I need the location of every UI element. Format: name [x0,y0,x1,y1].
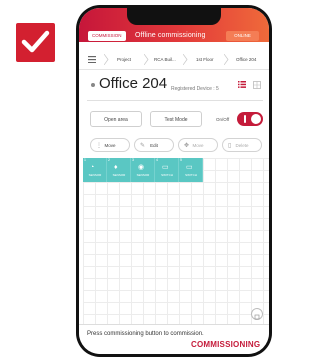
toggle-knob [251,114,261,124]
device-tile[interactable]: 2 ♦ SENSOR [107,158,131,182]
eye-icon: ◉ [138,164,145,171]
chevron-right-icon [224,54,229,65]
test-mode-button[interactable]: Test Mode [150,111,202,127]
move-icon: ⋮ [96,143,102,149]
device-label: SENSOR [88,173,102,177]
commission-footer: Press commissioning button to commission… [79,324,269,354]
device-tile[interactable]: 3 ◉ SENSOR [131,158,155,182]
app-screen: COMMISSION Offline commissioning ONLINE … [79,8,269,354]
device-label: SWITCH [161,173,173,177]
device-number: 1 [84,158,86,162]
device-label: SENSOR [136,173,150,177]
breadcrumb-floor[interactable]: 1st Floor [196,55,214,64]
device-number: 4 [156,158,158,162]
move-icon: ✥ [184,143,190,149]
toggle-on-indicator [244,115,246,123]
chevron-right-icon [104,54,109,65]
commissioning-button[interactable]: COMMISSIONING [191,340,260,350]
onoff-toggle[interactable] [237,112,263,126]
device-label: SENSOR [112,173,126,177]
phone-frame: COMMISSION Offline commissioning ONLINE … [76,5,272,357]
delete-button[interactable]: ▯ Delete [222,138,262,152]
trash-icon: ▯ [228,143,232,149]
drop-icon: ♦ [114,164,118,171]
floor-plan-canvas[interactable]: 1 ◔ SENSOR 2 ♦ SENSOR 3 ◉ SENSOR 4 ▭ SWI… [83,158,269,324]
chevron-right-icon [183,54,188,65]
checked-checkbox[interactable] [16,23,55,62]
room-status-dot [91,83,95,87]
app-header: COMMISSION Offline commissioning ONLINE [79,8,269,42]
fit-screen-icon [254,314,260,320]
breadcrumb-building[interactable]: RCA Buil... [154,55,176,64]
edit-icon: ✎ [140,143,146,149]
edit-label: Edit [150,143,158,148]
switch-icon: ▭ [186,164,193,171]
move-device-button[interactable]: ✥ Move [178,138,218,152]
zoom-fit-button[interactable] [251,308,263,320]
status-pill[interactable]: ONLINE [226,31,259,41]
device-number: 3 [132,158,134,162]
header-title: Offline commissioning [135,32,206,39]
breadcrumb-project[interactable]: Project [117,55,131,64]
delete-label: Delete [235,143,249,148]
sensor-icon: ◔ [90,164,95,171]
device-number: 5 [180,158,182,162]
divider [87,100,263,101]
hamburger-menu-icon[interactable] [88,56,96,63]
device-tile[interactable]: 1 ◔ SENSOR [83,158,107,182]
device-number: 2 [108,158,110,162]
page-title: Office 204 [99,75,168,92]
breadcrumb: Project RCA Buil... 1st Floor Office 204 [79,51,269,70]
commission-hint: Press commissioning button to commission… [87,331,204,337]
phone-notch [127,8,221,25]
device-tile[interactable]: 5 ▭ SWITCH [179,158,203,182]
breadcrumb-room[interactable]: Office 204 [236,55,256,64]
checkmark-icon [21,30,50,53]
move-device-label: Move [192,143,204,148]
device-row: 1 ◔ SENSOR 2 ♦ SENSOR 3 ◉ SENSOR 4 ▭ SWI… [83,158,203,182]
chevron-right-icon [144,54,149,65]
grid-view-icon[interactable] [253,81,261,89]
registered-device-count: Registered Device : 5 [171,86,219,92]
device-label: SWITCH [185,173,197,177]
switch-icon: ▭ [162,164,169,171]
device-tile[interactable]: 4 ▭ SWITCH [155,158,179,182]
onoff-label: On/Off [216,117,230,122]
mode-pill[interactable]: COMMISSION [88,31,126,41]
open-area-button[interactable]: Open area [90,111,142,127]
move-label: Move [104,143,116,148]
move-button[interactable]: ⋮ Move [90,138,130,152]
edit-button[interactable]: ✎ Edit [134,138,174,152]
list-view-icon[interactable] [238,81,246,88]
